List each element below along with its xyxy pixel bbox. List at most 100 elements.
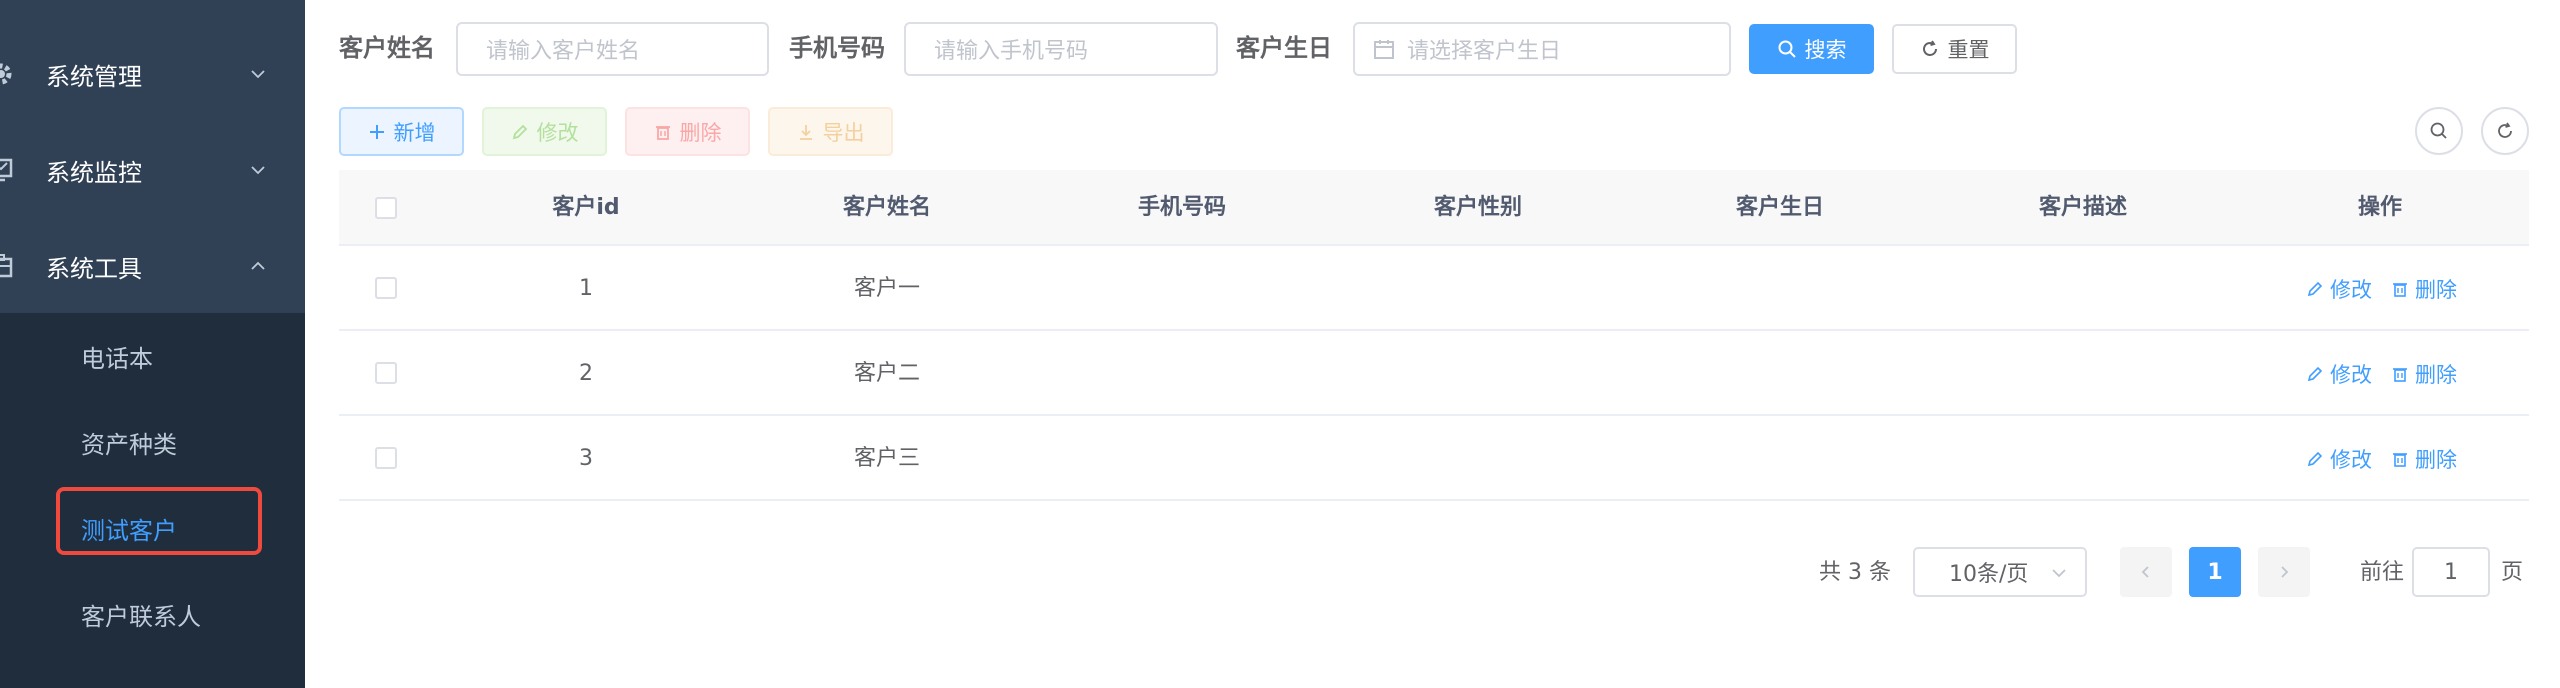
column-header: 客户姓名 — [842, 195, 932, 220]
toggle-search-button[interactable] — [2415, 107, 2463, 155]
plus-icon — [369, 124, 384, 139]
search-icon — [2430, 122, 2447, 139]
chevron-down-icon — [251, 70, 265, 79]
table-row: 1 客户一 修改 删除 — [339, 246, 2529, 331]
link-label: 修改 — [2330, 277, 2372, 302]
sidebar-item-label: 电话本 — [81, 344, 153, 373]
gear-icon — [0, 59, 16, 89]
trash-icon — [2393, 452, 2407, 467]
next-page-button[interactable] — [2258, 547, 2310, 597]
chevron-down-icon — [251, 166, 265, 175]
link-label: 删除 — [2415, 447, 2457, 472]
phone-input[interactable]: 请输入手机号码 — [904, 22, 1218, 76]
select-value: 10条/页 — [1949, 562, 2029, 587]
birthday-label: 客户生日 — [1236, 34, 1332, 62]
column-header: 客户id — [552, 195, 620, 220]
select-all-checkbox[interactable] — [375, 197, 397, 219]
edit-button[interactable]: 修改 — [482, 107, 607, 156]
column-header: 客户描述 — [2038, 195, 2128, 220]
toolbox-icon — [0, 251, 16, 281]
button-label: 搜索 — [1804, 38, 1847, 62]
menu-system-monitor[interactable]: 系统监控 — [0, 122, 305, 218]
edit-icon — [2307, 281, 2323, 296]
sidebar-item-label: 客户联系人 — [81, 602, 201, 631]
trash-icon — [655, 125, 670, 140]
page-size-select[interactable]: 10条/页 — [1913, 547, 2087, 597]
column-header: 客户生日 — [1735, 195, 1825, 220]
delete-button[interactable]: 删除 — [625, 107, 750, 156]
link-label: 修改 — [2330, 447, 2372, 472]
prev-page-button[interactable] — [2120, 547, 2172, 597]
row-edit-link[interactable]: 修改 — [2306, 416, 2372, 501]
reset-button[interactable]: 重置 — [1892, 24, 2017, 74]
row-delete-link[interactable]: 删除 — [2391, 331, 2457, 416]
download-icon — [799, 124, 812, 140]
phone-label: 手机号码 — [789, 34, 885, 62]
monitor-icon — [0, 155, 16, 185]
button-label: 删除 — [679, 120, 722, 145]
sidebar-item-phonebook[interactable]: 电话本 — [0, 313, 305, 399]
chevron-right-icon — [2281, 566, 2289, 578]
goto-prefix: 前往 — [2360, 560, 2405, 585]
highlight-box — [56, 487, 262, 555]
menu-label: 系统管理 — [46, 62, 142, 91]
customer-name-input[interactable]: 请输入客户姓名 — [456, 22, 769, 76]
sidebar-item-asset-types[interactable]: 资产种类 — [0, 399, 305, 485]
button-label: 导出 — [822, 120, 865, 145]
input-placeholder: 请选择客户生日 — [1407, 39, 1562, 64]
menu-label: 系统监控 — [46, 158, 142, 187]
input-placeholder: 请输入客户姓名 — [486, 39, 641, 64]
goto-suffix: 页 — [2501, 560, 2524, 585]
pagination-total: 共 3 条 — [1819, 560, 1891, 585]
menu-system-admin[interactable]: 系统管理 — [0, 26, 305, 122]
link-label: 删除 — [2415, 362, 2457, 387]
search-button[interactable]: 搜索 — [1749, 24, 1874, 74]
trash-icon — [2393, 282, 2407, 297]
sidebar-item-label: 资产种类 — [81, 430, 177, 459]
column-header: 手机号码 — [1137, 195, 1227, 220]
cell-name: 客户三 — [853, 446, 921, 471]
chevron-left-icon — [2141, 566, 2149, 578]
goto-page-input[interactable]: 1 — [2412, 547, 2490, 597]
trash-icon — [2393, 367, 2407, 382]
table-row: 2 客户二 修改 删除 — [339, 331, 2529, 416]
refresh-icon — [2498, 122, 2512, 138]
chevron-down-icon — [2052, 569, 2066, 578]
row-checkbox[interactable] — [375, 362, 397, 384]
row-edit-link[interactable]: 修改 — [2306, 246, 2372, 331]
add-button[interactable]: 新增 — [339, 107, 464, 156]
edit-icon — [2307, 451, 2323, 466]
input-placeholder: 请输入手机号码 — [934, 39, 1089, 64]
edit-icon — [512, 124, 527, 139]
column-header: 操作 — [2357, 195, 2403, 220]
row-checkbox[interactable] — [375, 447, 397, 469]
row-delete-link[interactable]: 删除 — [2391, 416, 2457, 501]
sidebar: 系统管理 系统监控 系统工具 电话本 资产种类 测试客户 客户联系人 — [0, 0, 305, 688]
button-label: 新增 — [393, 120, 436, 145]
search-icon — [1778, 40, 1796, 58]
page-number-button[interactable]: 1 — [2189, 547, 2241, 597]
cell-name: 客户一 — [853, 276, 921, 301]
link-label: 修改 — [2330, 362, 2372, 387]
link-label: 删除 — [2415, 277, 2457, 302]
calendar-icon — [1374, 40, 1394, 59]
refresh-icon — [1922, 40, 1937, 56]
export-button[interactable]: 导出 — [768, 107, 893, 156]
menu-label: 系统工具 — [46, 254, 142, 283]
customer-name-label: 客户姓名 — [339, 34, 435, 62]
refresh-button[interactable] — [2481, 107, 2529, 155]
edit-icon — [2307, 366, 2323, 381]
menu-system-tools[interactable]: 系统工具 — [0, 218, 305, 314]
cell-id: 1 — [579, 276, 593, 301]
table-row: 3 客户三 修改 删除 — [339, 416, 2529, 501]
row-delete-link[interactable]: 删除 — [2391, 246, 2457, 331]
column-header: 客户性别 — [1433, 195, 1523, 220]
button-label: 重置 — [1947, 38, 1990, 62]
cell-name: 客户二 — [853, 361, 921, 386]
button-label: 修改 — [536, 120, 579, 145]
birthday-date-picker[interactable]: 请选择客户生日 — [1353, 22, 1731, 76]
row-edit-link[interactable]: 修改 — [2306, 331, 2372, 416]
cell-id: 2 — [579, 361, 593, 386]
sidebar-item-customer-contacts[interactable]: 客户联系人 — [0, 571, 305, 657]
row-checkbox[interactable] — [375, 277, 397, 299]
